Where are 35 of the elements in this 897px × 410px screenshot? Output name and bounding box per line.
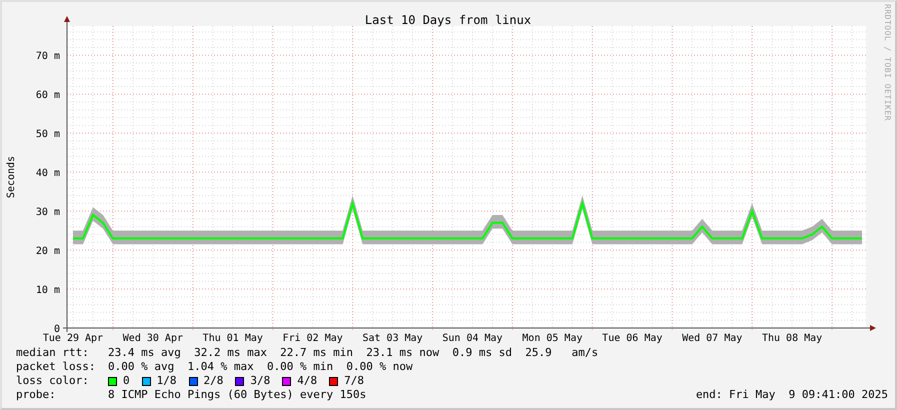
y-tick-label: 60 m xyxy=(36,90,60,102)
legend-text: 8 ICMP Echo Pings (60 Bytes) every 150s xyxy=(108,388,366,402)
y-tick-label: 20 m xyxy=(36,246,60,258)
swatch-label: 2/8 xyxy=(204,374,224,388)
x-tick-label: Tue 06 May xyxy=(602,333,662,344)
legend-text: 23.4 ms avg 32.2 ms max 22.7 ms min 23.1 ms now 0.9 ms sd 25.9 am/s xyxy=(108,346,598,360)
legend-label: probe: xyxy=(16,388,57,402)
legend-label: median rtt: xyxy=(16,346,90,360)
legend-text: 0.00 % avg 1.04 % max 0.00 % min 0.00 % now xyxy=(108,360,413,374)
x-tick-label: Tue 29 Apr xyxy=(42,333,104,344)
x-tick-label: Sat 03 May xyxy=(362,333,423,344)
swatch-label: 4/8 xyxy=(297,374,318,388)
legend-label: loss color: xyxy=(16,374,90,388)
x-tick-label: Wed 07 May xyxy=(682,333,742,344)
credit-text: RRDTOOL / TOBI OETIKER xyxy=(883,4,892,121)
y-tick-label: 0 xyxy=(54,324,60,335)
y-tick-label: 50 m xyxy=(36,129,60,140)
x-tick-label: Fri 02 May xyxy=(282,333,343,344)
x-tick-label: Mon 05 May xyxy=(522,333,582,344)
x-tick-label: Thu 01 May xyxy=(202,333,263,344)
y-tick-label: 10 m xyxy=(36,285,60,296)
swatch-label: 7/8 xyxy=(344,374,364,388)
y-axis-title: Seconds xyxy=(6,156,17,198)
legend-label: packet loss: xyxy=(16,360,96,374)
y-tick-label: 30 m xyxy=(36,207,60,218)
swatch-label: 3/8 xyxy=(250,374,270,388)
y-tick-label: 70 m xyxy=(36,51,60,62)
graph-title: Last 10 Days from linux xyxy=(364,13,532,27)
swatch-label: 0 xyxy=(123,374,130,388)
x-tick-label: Sun 04 May xyxy=(442,333,503,344)
end-time: end: Fri May 9 09:41:00 2025 xyxy=(696,388,888,402)
x-tick-label: Thu 08 May xyxy=(762,333,822,344)
y-tick-label: 40 m xyxy=(36,168,60,180)
swatch-label: 1/8 xyxy=(156,374,176,388)
x-tick-label: Wed 30 Apr xyxy=(122,333,183,344)
